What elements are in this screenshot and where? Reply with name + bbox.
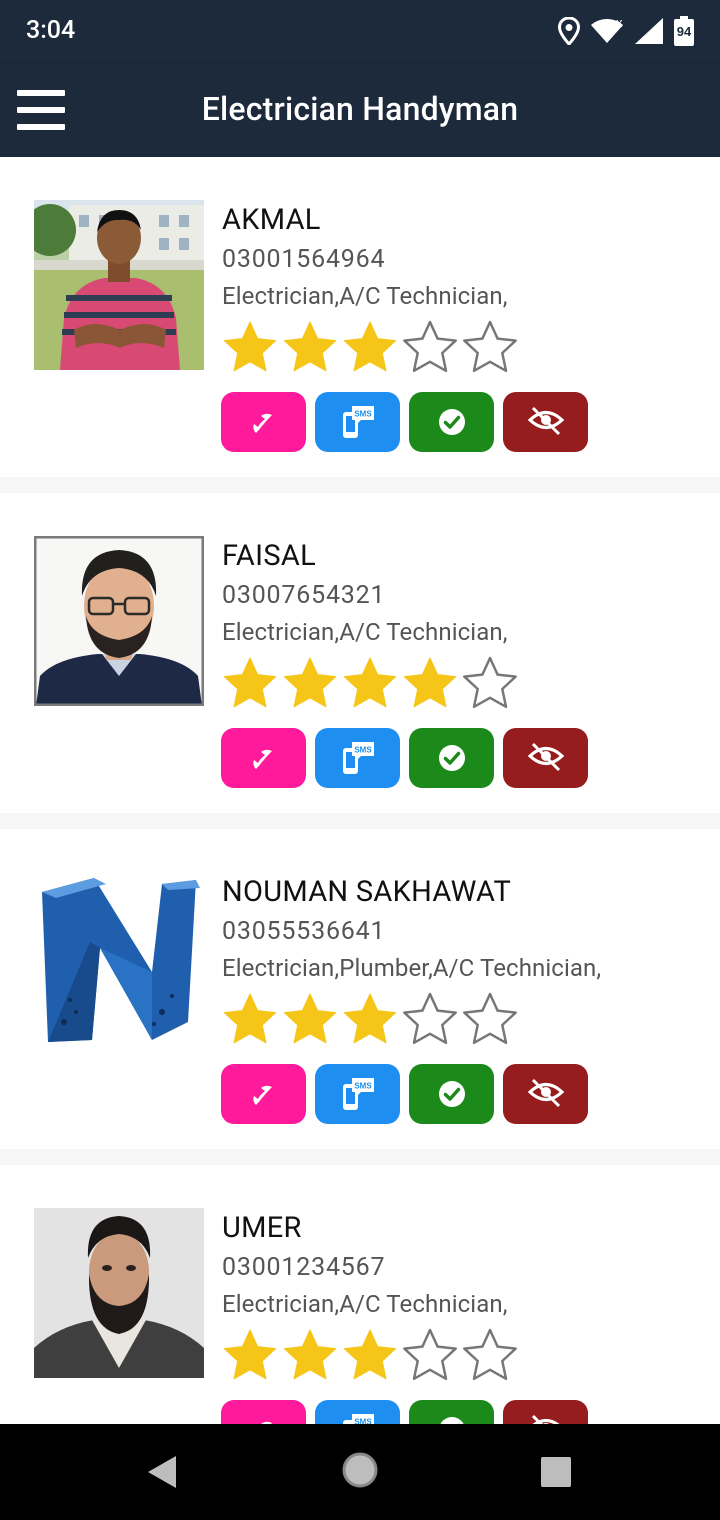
sms-icon: SMS: [342, 1414, 374, 1424]
battery-icon: 94: [674, 16, 694, 46]
star-empty-icon: [463, 992, 517, 1045]
approve-button[interactable]: [409, 728, 494, 788]
star-empty-icon: [463, 1328, 517, 1381]
star-filled-icon: [283, 1329, 337, 1380]
sms-icon: SMS: [342, 742, 374, 774]
sms-button[interactable]: SMS: [315, 1400, 400, 1424]
svg-text:x: x: [616, 18, 623, 30]
worker-card[interactable]: FAISAL 03007654321 Electrician,A/C Techn…: [0, 493, 720, 813]
action-buttons: SMS: [221, 1064, 588, 1124]
worker-photo-umer: [34, 1208, 204, 1378]
block-button[interactable]: [503, 728, 588, 788]
sms-icon: SMS: [342, 406, 374, 438]
star-filled-icon: [283, 657, 337, 708]
back-icon[interactable]: [144, 1452, 178, 1492]
check-icon: [438, 1081, 465, 1107]
rating-stars: [220, 1326, 520, 1386]
star-filled-icon: [343, 1329, 397, 1380]
block-button[interactable]: [503, 392, 588, 452]
block-eye-icon: [527, 742, 564, 772]
star-filled-icon: [223, 321, 277, 372]
worker-skills: Electrician,A/C Technician,: [222, 618, 508, 646]
rating-stars: [220, 654, 520, 714]
worker-phone: 03001564964: [222, 245, 386, 274]
wifi-icon: x: [591, 18, 623, 43]
worker-card[interactable]: NOUMAN SAKHAWAT 03055536641 Electrician,…: [0, 829, 720, 1149]
call-icon: [252, 749, 272, 769]
block-button[interactable]: [503, 1064, 588, 1124]
worker-phone: 03055536641: [222, 917, 386, 946]
worker-skills: Electrician,Plumber,A/C Technician,: [222, 954, 602, 982]
sms-button[interactable]: SMS: [315, 1064, 400, 1124]
battery-level: 94: [676, 24, 692, 39]
rating-stars: [220, 318, 520, 378]
call-icon: [252, 1085, 272, 1105]
star-empty-icon: [403, 320, 457, 373]
worker-name: AKMAL: [222, 203, 321, 237]
worker-phone: 03001234567: [222, 1253, 386, 1282]
worker-card[interactable]: AKMAL 03001564964 Electrician,A/C Techni…: [0, 157, 720, 477]
star-filled-icon: [223, 657, 277, 708]
svg-text:SMS: SMS: [354, 410, 372, 419]
block-eye-icon: [527, 1078, 564, 1108]
star-empty-icon: [403, 992, 457, 1045]
home-icon[interactable]: [340, 1450, 380, 1490]
sms-button[interactable]: SMS: [315, 392, 400, 452]
approve-button[interactable]: [409, 392, 494, 452]
worker-name: FAISAL: [222, 539, 316, 573]
check-icon: [439, 1417, 464, 1424]
block-eye-icon: [531, 1414, 559, 1424]
check-icon: [438, 745, 465, 771]
block-eye-icon: [527, 406, 564, 436]
sms-button[interactable]: SMS: [315, 728, 400, 788]
block-button[interactable]: [503, 1400, 588, 1424]
app-bar: Electrician Handyman: [0, 64, 720, 157]
worker-photo-akmal: [34, 200, 204, 370]
worker-skills: Electrician,A/C Technician,: [222, 282, 508, 310]
worker-name: UMER: [222, 1211, 302, 1245]
location-icon: [558, 17, 580, 45]
star-filled-icon: [223, 993, 277, 1044]
call-button[interactable]: [221, 728, 306, 788]
sms-icon: SMS: [342, 1078, 374, 1110]
worker-card[interactable]: UMER 03001234567 Electrician,A/C Technic…: [0, 1165, 720, 1424]
call-button[interactable]: [221, 1064, 306, 1124]
call-icon: [252, 413, 272, 433]
call-button[interactable]: [221, 392, 306, 452]
action-buttons: SMS: [221, 392, 588, 452]
system-nav-bar: [0, 1424, 720, 1520]
star-filled-icon: [223, 1329, 277, 1380]
star-filled-icon: [283, 321, 337, 372]
star-filled-icon: [343, 993, 397, 1044]
worker-photo-nouman: [34, 872, 204, 1042]
star-filled-icon: [343, 321, 397, 372]
check-icon: [438, 409, 465, 435]
action-buttons: SMS: [221, 728, 588, 788]
star-empty-icon: [463, 320, 517, 373]
worker-photo-faisal: [34, 536, 204, 706]
worker-phone: 03007654321: [222, 581, 386, 610]
star-empty-icon: [463, 656, 517, 709]
call-icon: [260, 1421, 272, 1424]
worker-skills: Electrician,A/C Technician,: [222, 1290, 508, 1318]
page-title: Electrician Handyman: [201, 90, 519, 128]
worker-list[interactable]: AKMAL 03001564964 Electrician,A/C Techni…: [0, 157, 720, 1424]
approve-button[interactable]: [409, 1064, 494, 1124]
star-filled-icon: [403, 657, 457, 708]
star-empty-icon: [403, 1328, 457, 1381]
svg-text:SMS: SMS: [354, 1082, 372, 1091]
status-time: 3:04: [26, 16, 76, 45]
star-filled-icon: [283, 993, 337, 1044]
worker-name: NOUMAN SAKHAWAT: [222, 875, 512, 909]
rating-stars: [220, 990, 520, 1050]
recents-icon[interactable]: [540, 1456, 572, 1488]
status-icons: x 94: [558, 14, 694, 48]
approve-button[interactable]: [409, 1400, 494, 1424]
call-button[interactable]: [221, 1400, 306, 1424]
star-filled-icon: [343, 657, 397, 708]
action-buttons: SMS: [221, 1400, 588, 1424]
status-bar: 3:04 x 94: [0, 0, 720, 64]
signal-icon: [635, 18, 663, 44]
svg-text:SMS: SMS: [354, 746, 372, 755]
